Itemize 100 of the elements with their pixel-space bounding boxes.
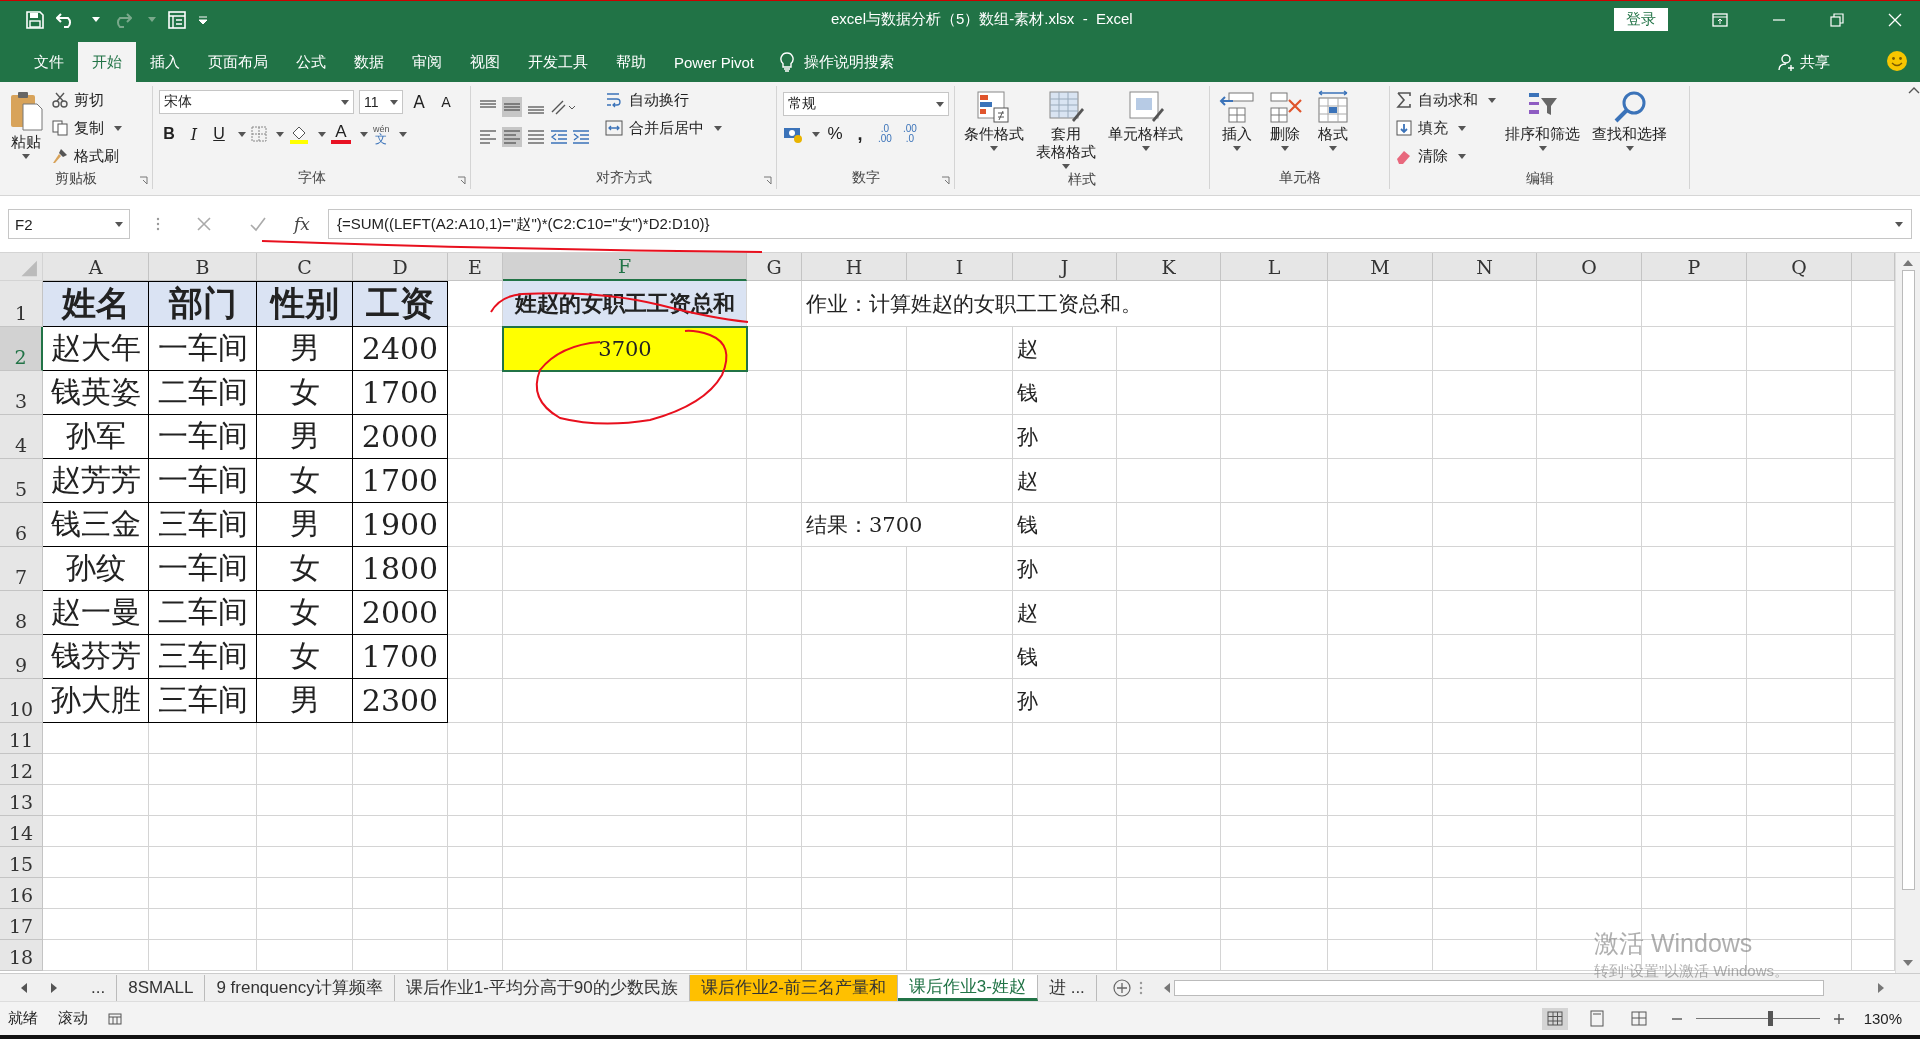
form-icon[interactable]	[168, 10, 186, 29]
caret-icon[interactable]	[1538, 146, 1547, 151]
column-header[interactable]: E	[448, 253, 503, 281]
cell-styles-button[interactable]: 单元格样式	[1105, 88, 1186, 153]
sheet-tab[interactable]: 课后作业3-姓赵	[897, 974, 1038, 1001]
column-header[interactable]: J	[1013, 253, 1117, 281]
column-header[interactable]: H	[802, 253, 907, 281]
ribbon-tab[interactable]: 开发工具	[514, 42, 602, 82]
column-header[interactable]: N	[1433, 253, 1537, 281]
align-right-icon[interactable]	[526, 127, 546, 147]
font-color-button[interactable]: A	[331, 124, 351, 144]
insert-cells-button[interactable]: 插入	[1216, 88, 1258, 153]
column-header[interactable]: M	[1328, 253, 1433, 281]
row-header[interactable]: 4	[0, 415, 43, 459]
insert-function-button[interactable]: fx	[294, 214, 310, 234]
ribbon-tab[interactable]: 审阅	[398, 42, 456, 82]
ribbon-tab[interactable]: 开始	[78, 42, 136, 82]
caret-icon[interactable]	[390, 99, 398, 105]
column-header[interactable]: F	[503, 253, 747, 281]
align-left-icon[interactable]	[478, 127, 498, 147]
font-size-dropdown[interactable]: 11	[359, 90, 403, 114]
add-sheet-icon[interactable]	[1112, 978, 1131, 997]
row-header[interactable]: 12	[0, 754, 43, 785]
share-button[interactable]: 共享	[1778, 42, 1830, 82]
scrollbar-thumb[interactable]	[1901, 270, 1915, 890]
row-header[interactable]: 3	[0, 371, 43, 415]
row-header[interactable]: 9	[0, 635, 43, 679]
format-cells-button[interactable]: 格式	[1312, 88, 1354, 153]
ribbon-display-icon[interactable]	[1712, 12, 1728, 27]
paste-button[interactable]: 粘贴	[6, 88, 46, 161]
caret-icon[interactable]	[1458, 153, 1466, 159]
smiley-icon[interactable]	[1886, 50, 1908, 72]
column-header[interactable]: L	[1221, 253, 1328, 281]
caret-icon[interactable]	[1329, 146, 1337, 151]
name-box[interactable]: F2	[8, 209, 130, 239]
caret-icon[interactable]	[360, 131, 368, 137]
formula-input[interactable]: {=SUM((LEFT(A2:A10,1)="赵")*(C2:C10="女")*D2:D10)}	[327, 209, 1912, 239]
column-header[interactable]: A	[43, 253, 149, 281]
scroll-up-icon[interactable]	[1903, 259, 1913, 266]
clear-button[interactable]: 清除	[1396, 144, 1496, 168]
zoom-level[interactable]: 130%	[1863, 1010, 1912, 1027]
format-painter-button[interactable]: 格式刷	[52, 144, 122, 168]
ribbon-tab[interactable]: 页面布局	[194, 42, 282, 82]
row-header[interactable]: 15	[0, 847, 43, 878]
close-icon[interactable]	[1888, 12, 1902, 27]
row-header[interactable]: 8	[0, 591, 43, 635]
sheet-tab[interactable]: 课后作业2-前三名产量和	[689, 974, 898, 1001]
row-header[interactable]: 1	[0, 281, 43, 327]
column-header[interactable]: G	[747, 253, 802, 281]
scroll-right-icon[interactable]	[1877, 982, 1885, 993]
row-header[interactable]: 5	[0, 459, 43, 503]
scroll-left-icon[interactable]	[1162, 982, 1170, 993]
caret-icon[interactable]	[238, 131, 246, 137]
copy-button[interactable]: 复制	[52, 116, 122, 140]
result-cell[interactable]: 3700	[503, 327, 747, 371]
caret-icon[interactable]	[1281, 146, 1289, 151]
ribbon-tab[interactable]: Power Pivot	[660, 42, 769, 82]
caret-icon[interactable]	[1488, 97, 1496, 103]
column-header[interactable]: B	[149, 253, 257, 281]
font-name-dropdown[interactable]: 宋体	[159, 90, 354, 114]
dialog-launcher-icon[interactable]	[763, 176, 772, 185]
caret-icon[interactable]	[398, 131, 407, 137]
caret-icon[interactable]	[1141, 146, 1150, 151]
row-header[interactable]: 10	[0, 679, 43, 723]
increase-font-button[interactable]: A	[408, 92, 430, 112]
row-header[interactable]: 17	[0, 909, 43, 940]
restore-icon[interactable]	[1830, 12, 1844, 27]
ribbon-tab[interactable]: 帮助	[602, 42, 660, 82]
scrollbar-thumb[interactable]	[1173, 979, 1824, 996]
conditional-format-button[interactable]: 条件格式	[961, 88, 1027, 153]
more-sheets-button[interactable]: ...	[80, 974, 118, 1001]
row-header[interactable]: 16	[0, 878, 43, 909]
merge-center-button[interactable]: 合并后居中	[605, 116, 722, 140]
caret-icon[interactable]	[1062, 164, 1070, 169]
caret-icon[interactable]	[1895, 221, 1903, 227]
ribbon-tab[interactable]: 公式	[282, 42, 340, 82]
underline-button[interactable]: U	[209, 125, 229, 143]
caret-icon[interactable]	[936, 101, 944, 107]
autosum-button[interactable]: 自动求和	[1396, 88, 1496, 112]
caret-icon[interactable]	[1625, 146, 1634, 151]
percent-button[interactable]: %	[825, 124, 845, 144]
column-header[interactable]: I	[907, 253, 1013, 281]
column-header[interactable]: D	[353, 253, 448, 281]
caret-icon[interactable]	[115, 221, 123, 227]
comma-button[interactable]: ,	[850, 123, 870, 145]
cut-button[interactable]: 剪切	[52, 88, 122, 112]
caret-icon[interactable]	[1233, 146, 1241, 151]
italic-button[interactable]: I	[184, 124, 204, 144]
slider-thumb[interactable]	[1768, 1011, 1773, 1026]
row-header[interactable]: 7	[0, 547, 43, 591]
caret-icon[interactable]	[114, 125, 122, 131]
save-icon[interactable]	[26, 10, 44, 29]
decrease-font-button[interactable]: A	[435, 94, 457, 110]
caret-icon[interactable]	[92, 17, 100, 22]
fill-color-icon[interactable]	[289, 124, 309, 144]
caret-icon[interactable]	[812, 131, 820, 137]
phonetic-button[interactable]: wén 文	[373, 124, 390, 144]
currency-icon[interactable]	[783, 125, 803, 143]
caret-icon[interactable]	[341, 99, 349, 105]
bold-button[interactable]: B	[159, 125, 179, 143]
